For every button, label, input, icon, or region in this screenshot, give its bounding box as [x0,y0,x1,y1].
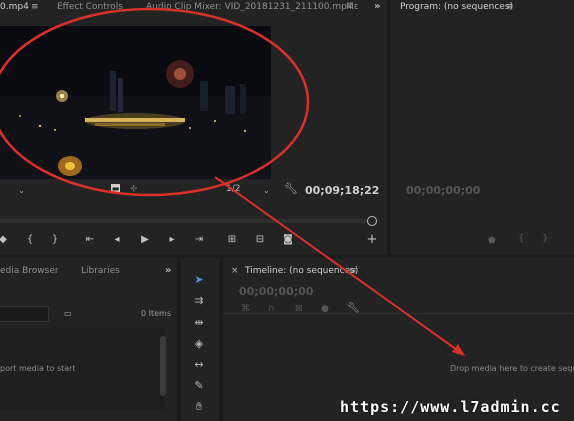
tab-libraries[interactable]: Libraries [81,264,120,278]
mark-out-icon[interactable]: } [48,234,62,246]
double-chevron-right-icon[interactable]: » [374,2,380,12]
divider [223,313,574,314]
tab-effect-controls[interactable]: Effect Controls [57,0,123,14]
scrollbar[interactable] [160,336,166,396]
add-icon[interactable]: + [365,233,379,246]
program-title[interactable]: Program: (no sequences) [400,0,513,14]
tab-media-browser[interactable]: edia Browser [0,264,59,278]
hand-tool-icon[interactable]: ✋︎ [191,399,207,415]
hamburger-icon[interactable]: ≡ [506,2,514,12]
source-video-frame [0,26,271,179]
marker-icon: ⬟ [488,236,496,246]
pen-tool-icon[interactable]: ✎ [191,378,207,394]
program-timecode: 00;00;00;00 [406,184,481,197]
overwrite-icon[interactable]: ⊟ [253,234,267,246]
step-back-icon[interactable]: ◂ [110,234,124,246]
go-to-in-icon[interactable]: ⇤ [83,234,97,246]
watermark: https://www.l7admin.cc [340,398,561,416]
wrench-icon[interactable]: 🔧︎ [284,183,298,194]
marker-icon[interactable]: ▬ [111,184,120,193]
timeline-tabbar: × Timeline: (no sequences) ≡ [223,264,574,278]
play-icon[interactable]: ▶ [138,234,152,246]
source-timecode[interactable]: 00;09;18;22 [305,184,379,197]
mark-out-icon: } [542,233,549,244]
chevron-down-icon[interactable]: ⌄ [18,186,25,196]
ripple-edit-tool-icon[interactable]: ⇹ [191,315,207,331]
project-panel: edia Browser Libraries » ▭ 0 Items port … [0,258,177,421]
empty-state-text: port media to start [0,364,76,373]
chevron-down-icon[interactable]: ⌄ [263,186,270,196]
program-monitor-panel: Program: (no sequences) ≡ 00;00;00;00 ⬟ … [390,0,574,254]
slip-tool-icon[interactable]: ↔ [191,357,207,373]
timeline-title[interactable]: Timeline: (no sequences) [245,264,358,278]
premiere-workspace: 0.mp4 ≡ Effect Controls Audio Clip Mixer… [0,0,574,421]
mark-in-icon: { [518,233,525,244]
close-icon[interactable]: × [231,266,239,276]
tools-panel: ➤ ⇉ ⇹ ◈ ↔ ✎ ✋︎ [181,258,219,421]
items-count: 0 Items [141,309,172,318]
razor-tool-icon[interactable]: ◈ [191,336,207,352]
program-tabbar: Program: (no sequences) ≡ [390,0,574,14]
mark-in-icon[interactable]: { [23,234,37,246]
resolution-select[interactable]: 1/2 [226,184,240,194]
source-scrub-bar[interactable] [0,219,373,223]
tab-metadata[interactable]: Mε [346,0,359,14]
source-monitor-panel: 0.mp4 ≡ Effect Controls Audio Clip Mixer… [0,0,387,254]
go-to-out-icon[interactable]: ⇥ [192,234,206,246]
drop-media-hint: Drop media here to create seque [450,364,574,373]
camera-icon[interactable]: ◙ [281,234,295,246]
step-forward-icon[interactable]: ▸ [165,234,179,246]
insert-icon[interactable]: ⊞ [225,234,239,246]
tab-audio-clip-mixer[interactable]: Audio Clip Mixer: VID_20181231_211100.mp… [146,0,353,14]
project-item-list[interactable]: port media to start [0,328,165,410]
track-select-tool-icon[interactable]: ⇉ [191,293,207,309]
source-tabbar: 0.mp4 ≡ Effect Controls Audio Clip Mixer… [0,0,387,14]
selection-tool-icon[interactable]: ➤ [191,272,207,288]
project-tabbar: edia Browser Libraries » [0,264,177,278]
timeline-panel: × Timeline: (no sequences) ≡ 00;00;00;00… [223,258,574,421]
mark-out-partial-icon[interactable]: ◆ [0,234,10,246]
night-fireworks-image [0,26,271,179]
hamburger-icon[interactable]: ≡ [349,266,357,276]
tab-source-clip[interactable]: 0.mp4 [0,0,29,14]
zoom-handle[interactable] [367,216,377,226]
timeline-timecode: 00;00;00;00 [239,285,314,298]
hamburger-icon[interactable]: ≡ [31,2,39,12]
ruler-icon[interactable]: ⊹ [130,184,138,194]
double-chevron-right-icon[interactable]: » [165,266,171,276]
new-bin-icon[interactable]: ▭ [64,309,72,319]
search-input[interactable] [0,306,49,322]
